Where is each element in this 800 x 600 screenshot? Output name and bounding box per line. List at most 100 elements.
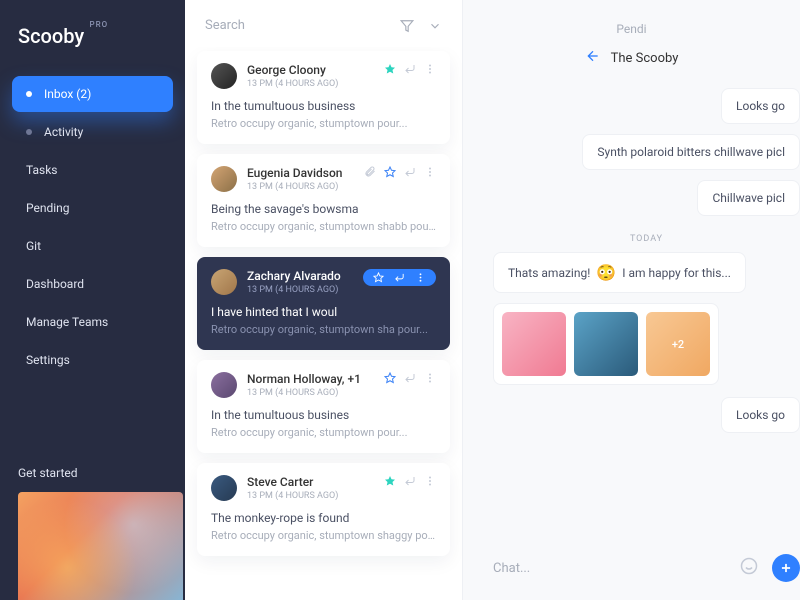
chat-bubble-out: Chillwave picl: [697, 180, 800, 216]
star-icon[interactable]: [384, 475, 396, 487]
chat-bubble-out: Looks go: [721, 88, 800, 124]
get-started: Get started: [0, 466, 185, 600]
message-time: 13 PM (4 HOURS AGO): [247, 285, 363, 295]
chat-bubble-in: Thats amazing! 😳 I am happy for this...: [493, 252, 746, 293]
nav-label: Tasks: [26, 163, 58, 177]
dot-icon: [26, 129, 32, 135]
reply-icon[interactable]: [404, 166, 416, 178]
message-time: 13 PM (4 HOURS AGO): [247, 79, 384, 89]
search-row: [185, 0, 462, 47]
message-item[interactable]: George Cloony 13 PM (4 HOURS AGO) In the…: [197, 51, 450, 144]
message-item[interactable]: Norman Holloway, +1 13 PM (4 HOURS AGO) …: [197, 360, 450, 453]
message-list: George Cloony 13 PM (4 HOURS AGO) In the…: [185, 47, 462, 600]
message-subject: I have hinted that I woul: [211, 305, 436, 319]
nav-manage-teams[interactable]: Manage Teams: [12, 304, 173, 340]
logo: ScoobyPRO: [0, 24, 185, 68]
chat-input[interactable]: [493, 561, 726, 576]
nav-git[interactable]: Git: [12, 228, 173, 264]
date-divider: TODAY: [493, 226, 800, 252]
inbox-column: George Cloony 13 PM (4 HOURS AGO) In the…: [185, 0, 463, 600]
message-preview: Retro occupy organic, stumptown sha pour…: [211, 323, 436, 336]
nav-dashboard[interactable]: Dashboard: [12, 266, 173, 302]
more-icon[interactable]: [424, 63, 436, 75]
chat-bubble-out: Synth polaroid bitters chillwave picl: [582, 134, 800, 170]
chat-bubble-out: Looks go: [721, 397, 800, 433]
more-icon[interactable]: [415, 272, 426, 283]
nav-inbox[interactable]: Inbox (2): [12, 76, 173, 112]
avatar: [211, 372, 237, 398]
nav-label: Dashboard: [26, 277, 84, 291]
image-thumbnail[interactable]: [502, 312, 566, 376]
more-icon[interactable]: [424, 372, 436, 384]
message-sender: Zachary Alvarado: [247, 269, 363, 283]
reply-icon[interactable]: [404, 63, 416, 75]
reply-icon[interactable]: [404, 372, 416, 384]
message-item[interactable]: Steve Carter 13 PM (4 HOURS AGO) The mon…: [197, 463, 450, 556]
message-time: 13 PM (4 HOURS AGO): [247, 182, 364, 192]
nav-label: Inbox (2): [44, 87, 91, 101]
message-preview: Retro occupy organic, stumptown shaggy p…: [211, 529, 436, 542]
chat-status: Pendi: [463, 0, 800, 48]
nav-label: Settings: [26, 353, 70, 367]
nav-settings[interactable]: Settings: [12, 342, 173, 378]
message-time: 13 PM (4 HOURS AGO): [247, 388, 384, 398]
nav-activity[interactable]: Activity: [12, 114, 173, 150]
star-icon[interactable]: [373, 272, 384, 283]
chat-column: Pendi The Scooby Looks go Synth polaroid…: [463, 0, 800, 600]
image-thumbnail[interactable]: [574, 312, 638, 376]
message-subject: The monkey-rope is found: [211, 511, 436, 525]
star-icon[interactable]: [384, 372, 396, 384]
chat-body: Looks go Synth polaroid bitters chillwav…: [463, 82, 800, 540]
emoji-icon: 😳: [596, 263, 616, 282]
attachment-icon[interactable]: [364, 166, 376, 178]
message-sender: George Cloony: [247, 63, 384, 77]
message-subject: Being the savage's bowsma: [211, 202, 436, 216]
more-count: +2: [672, 338, 684, 351]
bubble-text: Thats amazing!: [508, 266, 590, 280]
send-button[interactable]: [772, 554, 800, 582]
more-icon[interactable]: [424, 166, 436, 178]
avatar: [211, 269, 237, 295]
message-item-selected[interactable]: Zachary Alvarado 13 PM (4 HOURS AGO) I h…: [197, 257, 450, 350]
message-sender: Steve Carter: [247, 475, 384, 489]
avatar: [211, 166, 237, 192]
image-thumbnail-more[interactable]: +2: [646, 312, 710, 376]
sidebar: ScoobyPRO Inbox (2) Activity Tasks Pendi…: [0, 0, 185, 600]
pro-badge: PRO: [90, 20, 109, 29]
message-sender: Eugenia Davidson: [247, 166, 364, 180]
filter-icon[interactable]: [400, 19, 414, 33]
nav-label: Pending: [26, 201, 70, 215]
message-time: 13 PM (4 HOURS AGO): [247, 491, 384, 501]
search-input[interactable]: [205, 18, 400, 33]
star-icon[interactable]: [384, 166, 396, 178]
star-icon[interactable]: [384, 63, 396, 75]
emoji-picker-icon[interactable]: [740, 557, 758, 579]
reply-icon[interactable]: [404, 475, 416, 487]
nav-label: Git: [26, 239, 41, 253]
promo-image[interactable]: [18, 492, 183, 600]
nav-tasks[interactable]: Tasks: [12, 152, 173, 188]
avatar: [211, 63, 237, 89]
back-arrow-icon[interactable]: [585, 48, 601, 68]
dot-icon: [26, 91, 32, 97]
avatar: [211, 475, 237, 501]
message-preview: Retro occupy organic, stumptown pour...: [211, 426, 436, 439]
nav: Inbox (2) Activity Tasks Pending Git Das…: [0, 68, 185, 388]
chevron-down-icon[interactable]: [428, 19, 442, 33]
message-item[interactable]: Eugenia Davidson 13 PM (4 HOURS AGO) Bei…: [197, 154, 450, 247]
get-started-title: Get started: [18, 466, 181, 480]
bubble-text: I am happy for this...: [622, 266, 731, 280]
action-pill: [363, 269, 436, 286]
message-sender: Norman Holloway, +1: [247, 372, 384, 386]
nav-label: Manage Teams: [26, 315, 108, 329]
message-preview: Retro occupy organic, stumptown pour...: [211, 117, 436, 130]
nav-pending[interactable]: Pending: [12, 190, 173, 226]
nav-label: Activity: [44, 125, 83, 139]
message-subject: In the tumultuous busines: [211, 408, 436, 422]
message-preview: Retro occupy organic, stumptown shabb po…: [211, 220, 436, 233]
chat-title: The Scooby: [611, 51, 679, 66]
reply-icon[interactable]: [394, 272, 405, 283]
brand-name: ScoobyPRO: [18, 24, 84, 48]
more-icon[interactable]: [424, 475, 436, 487]
chat-bubble-images: +2: [493, 303, 719, 385]
